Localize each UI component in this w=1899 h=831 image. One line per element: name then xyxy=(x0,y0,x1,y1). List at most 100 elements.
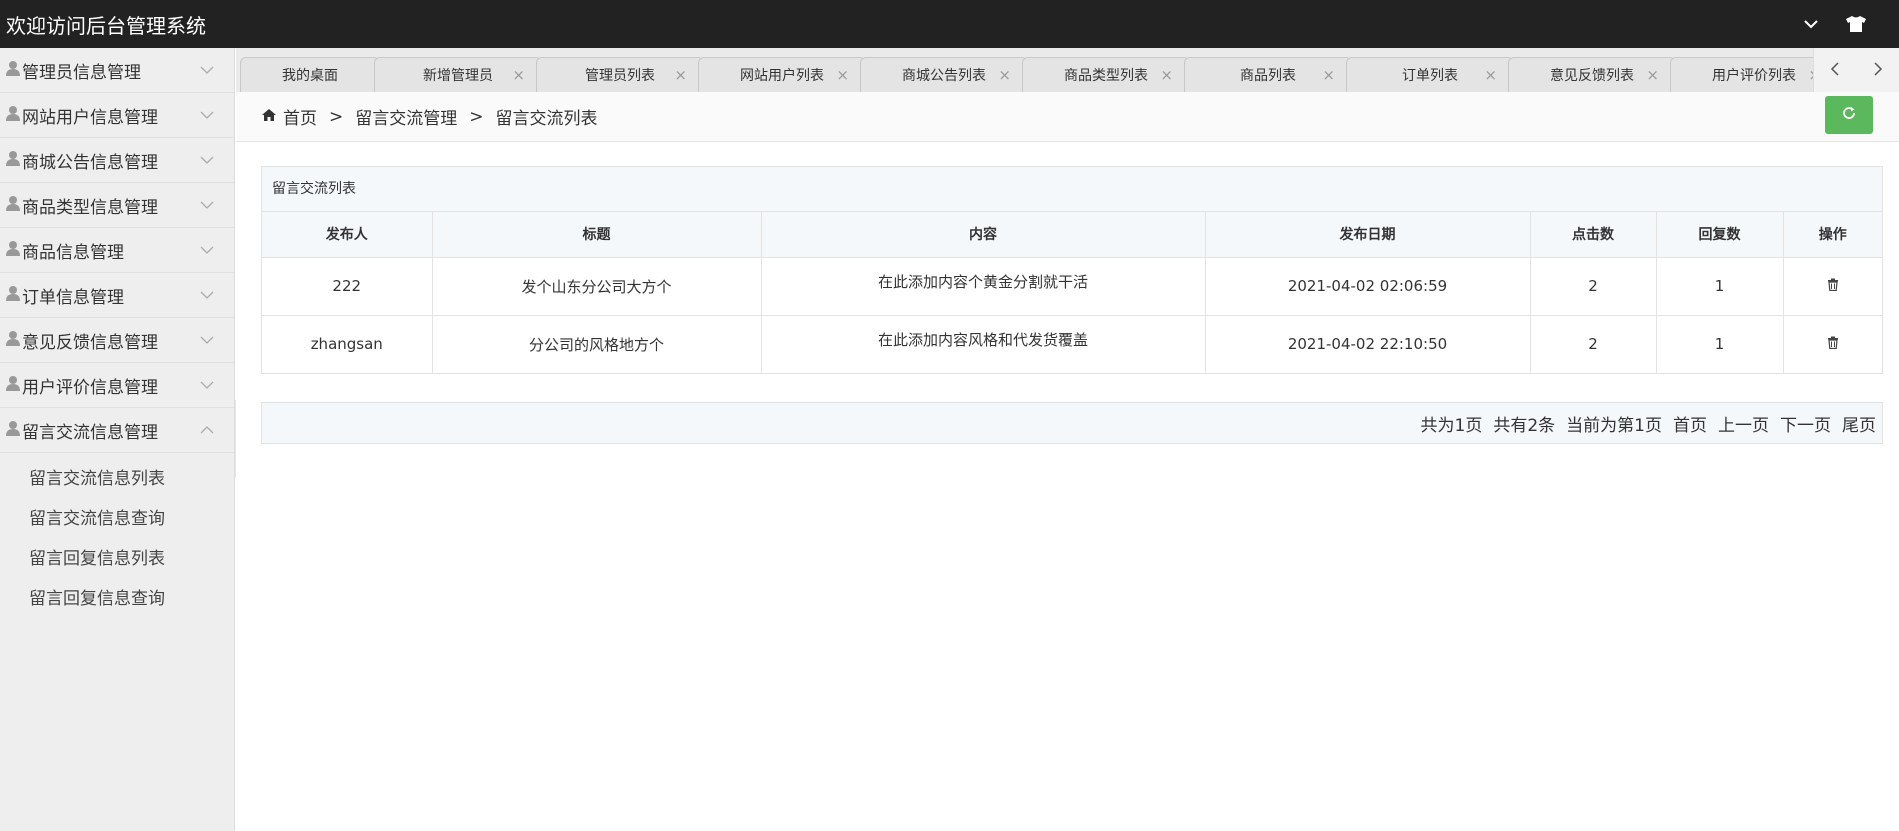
user-icon xyxy=(6,105,20,126)
tab-site-users[interactable]: 网站用户列表 × xyxy=(698,57,866,92)
close-icon[interactable]: × xyxy=(998,66,1011,84)
cell-actions xyxy=(1783,315,1882,373)
cell-actions xyxy=(1783,257,1882,316)
column-header: 点击数 xyxy=(1530,212,1657,258)
cell-author: zhangsan xyxy=(262,315,433,373)
sidebar-item-products[interactable]: 商品信息管理 xyxy=(0,228,234,273)
sidebar-item-announcements[interactable]: 商城公告信息管理 xyxy=(0,138,234,183)
tab-label: 我的桌面 xyxy=(282,68,338,84)
sidebar-item-label: 意见反馈信息管理 xyxy=(22,332,158,353)
chevron-down-icon xyxy=(200,60,214,80)
sidebar-item-site-users[interactable]: 网站用户信息管理 xyxy=(0,93,234,138)
user-icon xyxy=(6,195,20,216)
column-header: 操作 xyxy=(1783,212,1882,258)
refresh-button[interactable] xyxy=(1825,96,1873,134)
message-list-panel: 留言交流列表 发布人 标题 内容 发布日期 点击数 回复数 操作 222 发个山… xyxy=(261,166,1883,374)
close-icon[interactable]: × xyxy=(1646,66,1659,84)
refresh-icon xyxy=(1841,105,1857,125)
message-table: 发布人 标题 内容 发布日期 点击数 回复数 操作 222 发个山东分公司大方个… xyxy=(262,212,1882,373)
tab-products[interactable]: 商品列表 × xyxy=(1184,57,1352,92)
chevron-down-icon xyxy=(200,285,214,305)
breadcrumb-level1[interactable]: 留言交流管理 xyxy=(355,104,457,129)
chevron-down-icon xyxy=(200,195,214,215)
pager-first-link[interactable]: 首页 xyxy=(1673,411,1707,436)
pager-last-link[interactable]: 尾页 xyxy=(1842,411,1876,436)
tab-label: 新增管理员 xyxy=(423,68,493,84)
tab-admin-list[interactable]: 管理员列表 × xyxy=(536,57,704,92)
sidebar-item-label: 订单信息管理 xyxy=(22,287,124,308)
cell-title: 发个山东分公司大方个 xyxy=(432,257,762,316)
breadcrumb-current: 留言交流列表 xyxy=(495,109,598,129)
close-icon[interactable]: × xyxy=(836,66,849,84)
tab-feedback[interactable]: 意见反馈列表 × xyxy=(1508,57,1676,92)
user-icon xyxy=(6,285,20,306)
panel-title: 留言交流列表 xyxy=(262,167,1882,212)
chevron-right-icon[interactable] xyxy=(1873,61,1883,80)
sidebar-item-label: 用户评价信息管理 xyxy=(22,377,158,398)
close-icon[interactable]: × xyxy=(512,66,525,84)
column-header: 内容 xyxy=(761,212,1206,258)
user-icon xyxy=(6,375,20,396)
tab-label: 用户评价列表 xyxy=(1712,68,1796,84)
sidebar-item-messages[interactable]: 留言交流信息管理 xyxy=(0,408,234,453)
main-content: 首页 > 留言交流管理 > 留言交流列表 留言交流列表 发布人 标题 内容 发布… xyxy=(236,92,1899,831)
pager-next-link[interactable]: 下一页 xyxy=(1780,411,1831,436)
cell-date: 2021-04-02 02:06:59 xyxy=(1205,257,1531,316)
table-row: zhangsan 分公司的风格地方个 在此添加内容风格和代发货覆盖 2021-0… xyxy=(262,315,1882,373)
sidebar-item-orders[interactable]: 订单信息管理 xyxy=(0,273,234,318)
sidebar-item-reviews[interactable]: 用户评价信息管理 xyxy=(0,363,234,408)
sidebar-item-product-types[interactable]: 商品类型信息管理 xyxy=(0,183,234,228)
app-title: 欢迎访问后台管理系统 xyxy=(6,13,206,38)
tab-orders[interactable]: 订单列表 × xyxy=(1346,57,1514,92)
column-header: 标题 xyxy=(432,212,762,258)
sidebar-item-label: 网站用户信息管理 xyxy=(22,107,158,128)
tshirt-icon[interactable] xyxy=(1845,15,1867,33)
sidebar-item-label: 商品类型信息管理 xyxy=(22,197,158,218)
breadcrumb-home[interactable]: 首页 xyxy=(283,104,317,129)
cell-replies: 1 xyxy=(1656,257,1784,316)
chevron-down-icon[interactable] xyxy=(1803,16,1819,32)
cell-content: 在此添加内容风格和代发货覆盖 xyxy=(761,315,1206,373)
chevron-left-icon[interactable] xyxy=(1830,61,1840,80)
user-icon xyxy=(6,420,20,441)
tab-announcements[interactable]: 商城公告列表 × xyxy=(860,57,1028,92)
sidebar: 管理员信息管理 网站用户信息管理 商城公告信息管理 商品类型信息管理 商品信息管… xyxy=(0,48,235,831)
tab-add-admin[interactable]: 新增管理员 × xyxy=(374,57,542,92)
tab-label: 商城公告列表 xyxy=(902,68,986,84)
breadcrumb: 首页 > 留言交流管理 > 留言交流列表 xyxy=(236,92,1899,142)
trash-icon[interactable] xyxy=(1827,277,1839,295)
submenu-messages: 留言交流信息列表 留言交流信息查询 留言回复信息列表 留言回复信息查询 xyxy=(0,453,234,619)
cell-title: 分公司的风格地方个 xyxy=(432,315,762,373)
sidebar-item-feedback[interactable]: 意见反馈信息管理 xyxy=(0,318,234,363)
table-row: 222 发个山东分公司大方个 在此添加内容个黄金分割就干活 2021-04-02… xyxy=(262,257,1882,316)
chevron-down-icon xyxy=(200,375,214,395)
sidebar-item-label: 商品信息管理 xyxy=(22,242,124,263)
close-icon[interactable]: × xyxy=(674,66,687,84)
sidebar-item-admin[interactable]: 管理员信息管理 xyxy=(0,48,234,93)
home-icon xyxy=(261,107,277,127)
tab-label: 订单列表 xyxy=(1402,68,1458,84)
tab-scroll-nav xyxy=(1813,48,1899,92)
column-header: 发布人 xyxy=(262,212,433,258)
trash-icon[interactable] xyxy=(1827,335,1839,353)
tab-label: 意见反馈列表 xyxy=(1550,68,1634,84)
submenu-item-message-query[interactable]: 留言交流信息查询 xyxy=(0,499,234,539)
submenu-item-message-list[interactable]: 留言交流信息列表 xyxy=(0,459,234,499)
tab-desktop[interactable]: 我的桌面 xyxy=(240,57,380,92)
tab-product-types[interactable]: 商品类型列表 × xyxy=(1022,57,1190,92)
user-icon xyxy=(6,60,20,81)
submenu-item-reply-query[interactable]: 留言回复信息查询 xyxy=(0,579,234,619)
breadcrumb-separator: > xyxy=(469,106,484,127)
pager-prev-link[interactable]: 上一页 xyxy=(1718,411,1769,436)
chevron-down-icon xyxy=(200,330,214,350)
close-icon[interactable]: × xyxy=(1322,66,1335,84)
submenu-item-reply-list[interactable]: 留言回复信息列表 xyxy=(0,539,234,579)
tab-label: 商品类型列表 xyxy=(1064,68,1148,84)
close-icon[interactable]: × xyxy=(1160,66,1173,84)
pagination: 共为1页 共有2条 当前为第1页 首页 上一页 下一页 尾页 xyxy=(261,402,1883,444)
close-icon[interactable]: × xyxy=(1484,66,1497,84)
sidebar-item-label: 留言交流信息管理 xyxy=(22,422,158,443)
column-header: 发布日期 xyxy=(1205,212,1531,258)
table-header-row: 发布人 标题 内容 发布日期 点击数 回复数 操作 xyxy=(262,212,1882,258)
tab-label: 商品列表 xyxy=(1240,68,1296,84)
